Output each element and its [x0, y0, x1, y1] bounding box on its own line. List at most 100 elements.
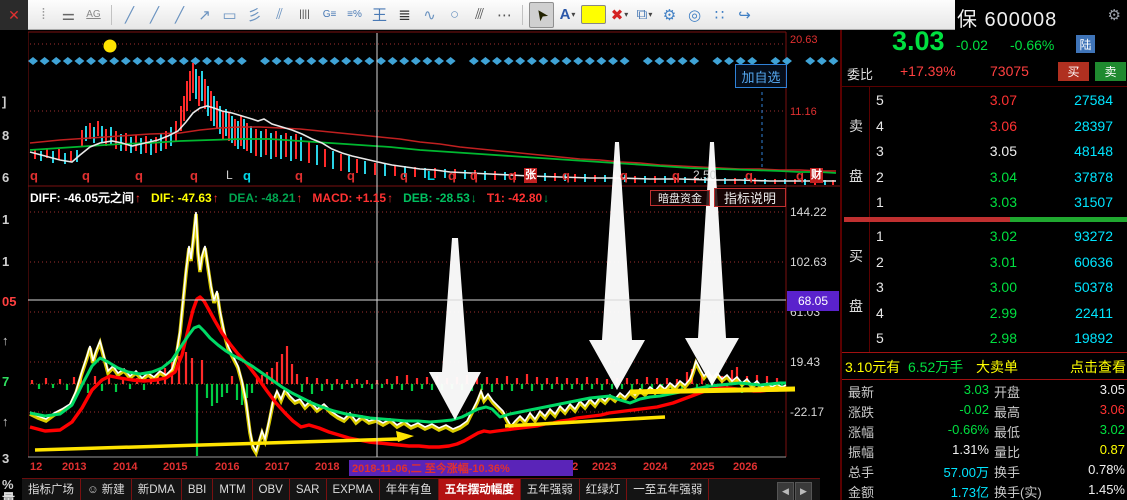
gann-fan-icon-glyph: 彡 [246, 7, 262, 24]
tab-6[interactable]: SAR [290, 479, 327, 500]
drawing-settings-gear-icon[interactable]: ⚙ [658, 3, 681, 27]
tab-7[interactable]: EXPMA [327, 479, 380, 500]
ray-line-icon[interactable]: ╱ [168, 3, 191, 27]
price-change: -0.02 [956, 37, 988, 53]
horizontal-lines-icon[interactable]: ≣ [393, 3, 416, 27]
stat-label: 开盘 [994, 385, 1021, 400]
ellipse-tool-icon[interactable]: ○ [443, 3, 466, 27]
trend-line-icon-glyph: ╱ [124, 6, 135, 24]
color-swatch[interactable] [581, 5, 606, 24]
buy-row[interactable]: 1 3.02 93272+18 [870, 225, 1127, 249]
vertical-lines-icon[interactable]: |||| [293, 3, 316, 27]
text-label-icon[interactable]: AG [82, 3, 105, 27]
percent-lines-icon-glyph: ≡% [347, 9, 362, 20]
trend-line-icon[interactable]: ╱ [118, 3, 141, 27]
left-strip-fragment: 8 [2, 128, 10, 143]
signal-mark: q [672, 168, 680, 183]
level-number: 2 [876, 253, 884, 270]
x-axis-year: 2025 [690, 461, 715, 473]
screenshot-clip-icon-glyph: ⧉ [636, 6, 648, 23]
left-strip-fragment: 7 [2, 374, 10, 389]
signal-mark: q [190, 168, 198, 183]
share-forward-icon[interactable]: ↪ [733, 3, 756, 27]
stat-value: 3.05 [1099, 382, 1125, 397]
level-number: 3 [876, 143, 884, 159]
wave-gauge-icon[interactable]: 王 [368, 3, 391, 27]
date-highlight-label: 2018-11-06,二 至今涨幅-10.36% [349, 460, 573, 476]
buy-button[interactable]: 买 [1058, 62, 1089, 81]
arrow-line-icon[interactable]: ↗ [193, 3, 216, 27]
zigzag-wave-icon-glyph: ∿ [423, 6, 436, 24]
alert-view-link[interactable]: 点击查看 [1070, 357, 1126, 377]
main-chart-canvas[interactable] [28, 32, 786, 457]
signal-mark: q [400, 168, 408, 183]
line-segment-icon[interactable]: ╱ [143, 3, 166, 27]
tab-3[interactable]: BBI [182, 479, 214, 500]
x-axis-year: 2015 [163, 461, 188, 473]
order-book: 卖盘买盘 5 3.07 27584 4 3.06 28397 3 3.05 48148 2 3.04 3… [842, 86, 1127, 352]
indicator-settings-icon-glyph: ⚌ [61, 6, 76, 24]
hide-drawings-eye-icon[interactable]: ◎ [683, 3, 706, 27]
cursor-select-icon[interactable]: ➤ [529, 1, 554, 28]
tab-8[interactable]: 年年有鱼 [380, 479, 439, 500]
signal-mark: q [135, 168, 143, 183]
x-axis-year: 2014 [113, 461, 138, 473]
sell-row[interactable]: 5 3.07 27584 [870, 89, 1127, 113]
tab-2[interactable]: 新DMA [132, 479, 182, 500]
signal-mark: q [508, 168, 516, 183]
tab-5[interactable]: OBV [253, 479, 290, 500]
add-watchlist-button[interactable]: 加自选 [735, 64, 787, 88]
tab-10[interactable]: 五年强弱 [521, 479, 580, 500]
stats-row: 最新 3.03 开盘 3.05 [842, 380, 1127, 400]
last-price: 3.03 [892, 26, 945, 56]
sell-row[interactable]: 2 3.04 37878 [870, 166, 1127, 190]
indicator-help-button[interactable]: 指标说明 [714, 188, 786, 207]
golden-section-icon[interactable]: G≡ [318, 3, 341, 27]
big-order-alert-banner[interactable]: 3.10元有 6.52万手 大卖单 点击查看 [842, 352, 1127, 380]
sell-row[interactable]: 1 3.03 31507-65 [870, 191, 1127, 215]
dark-pool-funds-button[interactable]: 暗盘资金 [650, 190, 710, 206]
indicator-settings-icon[interactable]: ⚌ [57, 3, 80, 27]
trend-arrow-icon: ↑ [296, 190, 303, 205]
level-volume: 31507 [1074, 194, 1113, 210]
text-color-icon[interactable]: A ▾ [556, 3, 579, 27]
tab-1[interactable]: ☺ 新建 [81, 479, 132, 500]
delete-drawing-icon[interactable]: ✖ ▾ [608, 3, 631, 27]
level-number: 3 [876, 279, 884, 295]
tab-11[interactable]: 红绿灯 [580, 479, 628, 500]
toolbar-separator [522, 4, 523, 25]
buy-row[interactable]: 3 3.00 50378-34 [870, 276, 1127, 300]
hatch-lines-icon[interactable]: ⫻ [468, 3, 491, 27]
tabs-scroll-right-button[interactable]: ▶ [795, 482, 812, 500]
level-volume: 37878 [1074, 168, 1113, 185]
percent-lines-icon[interactable]: ≡% [343, 3, 366, 27]
panel-close-button[interactable]: ✕ [0, 0, 28, 30]
zigzag-wave-icon[interactable]: ∿ [418, 3, 441, 27]
screenshot-clip-icon[interactable]: ⧉ ▾ [633, 3, 656, 27]
buy-row[interactable]: 2 3.01 60636 [870, 251, 1127, 275]
more-tools-icon[interactable]: ⋯ [493, 3, 516, 27]
apply-all-grid-icon[interactable]: ∷ [708, 3, 731, 27]
settings-gear-icon[interactable]: ⚙ [1108, 6, 1121, 24]
more-tools-icon-glyph: ⋯ [497, 6, 512, 24]
tab-12[interactable]: 一至五年强弱 [627, 479, 710, 500]
rectangle-tool-icon-glyph: ▭ [222, 6, 237, 24]
left-strip-fragment: 1 [2, 254, 10, 269]
tab-4[interactable]: MTM [213, 479, 253, 500]
tab-9-active[interactable]: 五年摆动幅度 [438, 479, 521, 500]
rectangle-tool-icon[interactable]: ▭ [218, 3, 241, 27]
gann-fan-icon[interactable]: 彡 [243, 3, 266, 27]
close-icon: ✕ [8, 6, 20, 23]
sell-row[interactable]: 3 3.05 48148 [870, 140, 1127, 164]
stat-value: 3.02 [1099, 422, 1125, 437]
buy-row[interactable]: 4 2.99 22411 [870, 302, 1127, 326]
tabs-scroll-left-button[interactable]: ◀ [777, 482, 794, 500]
sell-row[interactable]: 4 3.06 28397 [870, 115, 1127, 139]
level-number: 1 [876, 228, 884, 244]
buy-row[interactable]: 5 2.98 19892 [870, 327, 1127, 351]
tab-0[interactable]: 指标广场 [22, 479, 81, 500]
drag-grip[interactable]: ⁞ [32, 3, 55, 27]
parallel-lines-icon[interactable]: ⫽ [268, 3, 291, 27]
sell-button[interactable]: 卖 [1095, 62, 1126, 81]
signal-mark: q [30, 168, 38, 183]
